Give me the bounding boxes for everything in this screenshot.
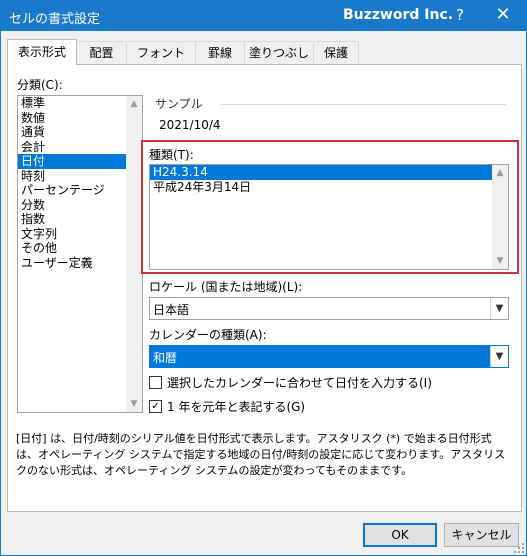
category-item[interactable]: 数値 — [18, 111, 142, 126]
category-item[interactable]: 分数 — [18, 198, 142, 213]
category-item[interactable]: 通貨 — [18, 125, 142, 140]
resize-grip-icon[interactable] — [514, 543, 524, 553]
locale-label: ロケール (国または地域)(L): — [149, 280, 303, 294]
tab-font[interactable]: フォント — [126, 41, 196, 64]
type-list[interactable]: H24.3.14 平成24年3月14日 ▲ ▼ — [149, 164, 509, 270]
tab-border[interactable]: 罫線 — [195, 41, 245, 64]
category-list[interactable]: 標準 数値 通貨 会計 日付 時刻 パーセンテージ 分数 指数 文字列 その他 ユーザー定義 ▲ ▼ — [17, 95, 143, 413]
type-item[interactable]: 平成24年3月14日 — [150, 180, 508, 195]
ok-button[interactable]: OK — [363, 523, 437, 547]
format-cells-dialog: セルの書式設定 Buzzword Inc. ? ✕ 表示形式 配置 フォント 罫… — [0, 0, 527, 556]
tab-protection[interactable]: 保護 — [313, 41, 359, 64]
category-item[interactable]: パーセンテージ — [18, 183, 142, 198]
close-button[interactable]: ✕ — [494, 4, 512, 25]
type-scrollbar[interactable]: ▲ ▼ — [492, 165, 508, 269]
scroll-up-icon[interactable]: ▲ — [492, 165, 508, 181]
category-item[interactable]: ユーザー定義 — [18, 256, 142, 271]
help-button[interactable]: ? — [453, 6, 467, 24]
locale-value: 日本語 — [153, 303, 190, 317]
scroll-down-icon[interactable]: ▼ — [492, 253, 508, 269]
category-scrollbar[interactable]: ▲ ▼ — [126, 96, 142, 412]
tab-alignment[interactable]: 配置 — [76, 41, 127, 64]
category-item[interactable]: 文字列 — [18, 227, 142, 242]
format-description: [日付] は、日付/時刻のシリアル値を日付形式で表示します。アスタリスク (*)… — [16, 432, 506, 477]
sample-label: サンプル — [155, 97, 203, 111]
tab-number[interactable]: 表示形式 — [7, 39, 77, 65]
input-by-calendar-checkbox[interactable] — [149, 376, 162, 389]
chevron-down-icon[interactable]: ▼ — [490, 298, 508, 319]
sample-group-line — [221, 104, 506, 105]
dialog-title: セルの書式設定 — [9, 12, 101, 27]
category-item[interactable]: 日付 — [18, 154, 142, 169]
scroll-down-icon[interactable]: ▼ — [126, 396, 142, 412]
category-item[interactable]: 指数 — [18, 212, 142, 227]
tab-panel-number: 分類(C): 標準 数値 通貨 会計 日付 時刻 パーセンテージ 分数 指数 文字列 その他 ユーザー… — [7, 64, 522, 512]
scroll-up-icon[interactable]: ▲ — [126, 96, 142, 112]
input-by-calendar-label: 選択したカレンダーに合わせて日付を入力する(I) — [167, 376, 432, 390]
category-item[interactable]: 標準 — [18, 96, 142, 111]
tab-fill[interactable]: 塗りつぶし — [244, 41, 314, 64]
gannen-label: 1 年を元年と表記する(G) — [167, 400, 306, 414]
type-item[interactable]: H24.3.14 — [150, 165, 508, 180]
title-bar: セルの書式設定 Buzzword Inc. ? ✕ — [1, 1, 526, 31]
category-item[interactable]: その他 — [18, 241, 142, 256]
type-label: 種類(T): — [149, 148, 194, 162]
sample-value: 2021/10/4 — [159, 118, 221, 132]
locale-dropdown[interactable]: 日本語 ▼ — [149, 297, 509, 320]
gannen-checkbox[interactable]: ✓ — [149, 400, 162, 413]
app-name: Buzzword Inc. — [343, 7, 454, 23]
category-item[interactable]: 時刻 — [18, 169, 142, 184]
calendar-value: 和暦 — [153, 351, 178, 365]
calendar-dropdown[interactable]: 和暦 ▼ — [149, 345, 509, 368]
category-item[interactable]: 会計 — [18, 140, 142, 155]
calendar-label: カレンダーの種類(A): — [149, 328, 267, 342]
category-label: 分類(C): — [17, 78, 63, 92]
cancel-button[interactable]: キャンセル — [444, 523, 519, 547]
chevron-down-icon[interactable]: ▼ — [490, 346, 508, 367]
